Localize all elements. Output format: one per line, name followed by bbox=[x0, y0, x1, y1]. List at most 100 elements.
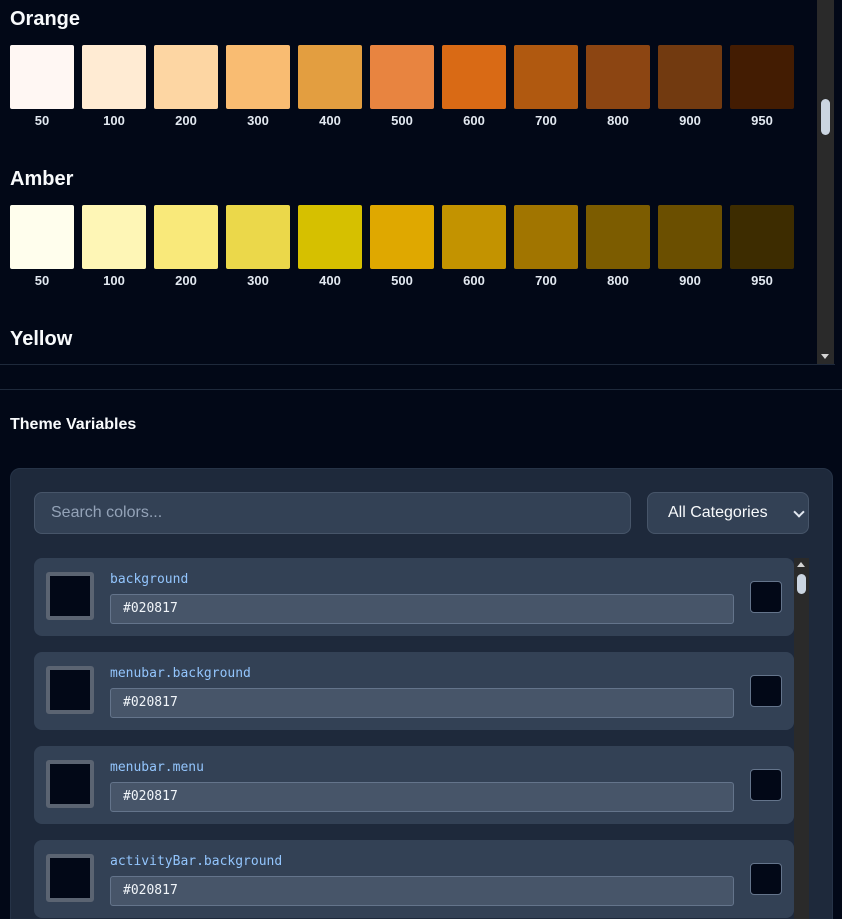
swatch-cell[interactable]: 900 bbox=[658, 45, 722, 129]
color-swatch[interactable] bbox=[10, 205, 74, 269]
swatch-shade-label: 500 bbox=[391, 113, 413, 128]
color-swatch[interactable] bbox=[298, 205, 362, 269]
swatch-cell[interactable]: 400 bbox=[298, 205, 362, 289]
palette-group-amber: Amber 50 100 200 300 400 500 600 700 800 900 950 bbox=[10, 165, 810, 288]
color-swatch[interactable] bbox=[10, 45, 74, 109]
swatch-shade-label: 300 bbox=[247, 113, 269, 128]
color-swatch[interactable] bbox=[730, 205, 794, 269]
color-swatch[interactable] bbox=[658, 205, 722, 269]
swatch-cell[interactable]: 200 bbox=[154, 205, 218, 289]
swatch-cell[interactable]: 200 bbox=[154, 45, 218, 129]
color-swatch[interactable] bbox=[370, 205, 434, 269]
theme-variables-heading: Theme Variables bbox=[10, 416, 137, 433]
swatch-shade-label: 950 bbox=[751, 113, 773, 128]
swatch-cell[interactable]: 800 bbox=[586, 45, 650, 129]
swatch-cell[interactable]: 900 bbox=[658, 205, 722, 289]
palette-group-orange: Orange 50 100 200 300 400 500 600 700 800 900 950 bbox=[10, 5, 810, 128]
swatch-shade-label: 950 bbox=[751, 273, 773, 288]
color-swatch[interactable] bbox=[658, 45, 722, 109]
color-picker-button[interactable] bbox=[750, 581, 782, 613]
color-swatch[interactable] bbox=[514, 45, 578, 109]
swatch-row: 50 100 200 300 400 500 600 700 800 900 950 bbox=[10, 45, 794, 129]
hex-value-input[interactable]: #020817 bbox=[110, 688, 734, 718]
variable-name: menubar.menu bbox=[110, 760, 204, 775]
swatch-cell[interactable]: 50 bbox=[10, 205, 74, 289]
color-preview-swatch bbox=[46, 572, 94, 620]
swatch-shade-label: 600 bbox=[463, 113, 485, 128]
color-picker-button[interactable] bbox=[750, 675, 782, 707]
section-divider bbox=[0, 389, 842, 390]
swatch-cell[interactable]: 800 bbox=[586, 205, 650, 289]
swatch-cell[interactable]: 50 bbox=[10, 45, 74, 129]
variable-name: menubar.background bbox=[110, 666, 251, 681]
swatch-shade-label: 200 bbox=[175, 113, 197, 128]
chevron-down-icon bbox=[793, 506, 805, 518]
hex-value-input[interactable]: #020817 bbox=[110, 876, 734, 906]
swatch-shade-label: 800 bbox=[607, 273, 629, 288]
palette-scrollbar[interactable] bbox=[817, 0, 834, 364]
scrollbar-thumb[interactable] bbox=[797, 574, 806, 594]
theme-variable-row: background #020817 bbox=[34, 558, 794, 636]
palette-group-title: Amber bbox=[10, 168, 74, 190]
color-swatch[interactable] bbox=[442, 45, 506, 109]
swatch-cell[interactable]: 100 bbox=[82, 45, 146, 129]
swatch-cell[interactable]: 600 bbox=[442, 45, 506, 129]
swatch-cell[interactable]: 400 bbox=[298, 45, 362, 129]
variable-name: background bbox=[110, 572, 189, 587]
swatch-cell[interactable]: 100 bbox=[82, 205, 146, 289]
swatch-shade-label: 400 bbox=[319, 273, 341, 288]
theme-variable-row: menubar.background #020817 bbox=[34, 652, 794, 730]
color-swatch[interactable] bbox=[154, 205, 218, 269]
swatch-cell[interactable]: 500 bbox=[370, 205, 434, 289]
swatch-shade-label: 300 bbox=[247, 273, 269, 288]
swatch-cell[interactable]: 500 bbox=[370, 45, 434, 129]
color-swatch[interactable] bbox=[82, 45, 146, 109]
swatch-cell[interactable]: 700 bbox=[514, 45, 578, 129]
palette-group-yellow: Yellow bbox=[10, 325, 810, 353]
hex-value-input[interactable]: #020817 bbox=[110, 782, 734, 812]
category-select-value: All Categories bbox=[668, 504, 768, 521]
swatch-cell[interactable]: 700 bbox=[514, 205, 578, 289]
palette-group-title: Orange bbox=[10, 8, 81, 30]
swatch-shade-label: 900 bbox=[679, 273, 701, 288]
swatch-cell[interactable]: 950 bbox=[730, 205, 794, 289]
color-swatch[interactable] bbox=[226, 45, 290, 109]
theme-variable-list[interactable]: background #020817 menubar.background #0… bbox=[34, 558, 810, 919]
swatch-shade-label: 900 bbox=[679, 113, 701, 128]
scroll-down-arrow-icon[interactable] bbox=[821, 354, 829, 359]
color-swatch[interactable] bbox=[514, 205, 578, 269]
color-preview-swatch bbox=[46, 666, 94, 714]
scroll-up-arrow-icon[interactable] bbox=[797, 562, 805, 567]
color-swatch[interactable] bbox=[586, 45, 650, 109]
variable-list-scrollbar[interactable] bbox=[794, 558, 809, 919]
color-swatch[interactable] bbox=[298, 45, 362, 109]
color-swatch[interactable] bbox=[730, 45, 794, 109]
color-picker-button[interactable] bbox=[750, 769, 782, 801]
swatch-shade-label: 700 bbox=[535, 273, 557, 288]
swatch-cell[interactable]: 950 bbox=[730, 45, 794, 129]
swatch-shade-label: 800 bbox=[607, 113, 629, 128]
swatch-shade-label: 100 bbox=[103, 273, 125, 288]
swatch-row: 50 100 200 300 400 500 600 700 800 900 950 bbox=[10, 205, 794, 289]
swatch-cell[interactable]: 300 bbox=[226, 45, 290, 129]
color-preview-swatch bbox=[46, 760, 94, 808]
theme-variable-row: menubar.menu #020817 bbox=[34, 746, 794, 824]
swatch-shade-label: 100 bbox=[103, 113, 125, 128]
color-swatch[interactable] bbox=[226, 205, 290, 269]
swatch-cell[interactable]: 600 bbox=[442, 205, 506, 289]
variable-name: activityBar.background bbox=[110, 854, 283, 869]
color-swatch[interactable] bbox=[586, 205, 650, 269]
scrollbar-thumb[interactable] bbox=[821, 99, 830, 135]
color-picker-button[interactable] bbox=[750, 863, 782, 895]
swatch-cell[interactable]: 300 bbox=[226, 205, 290, 289]
color-swatch[interactable] bbox=[82, 205, 146, 269]
color-swatch[interactable] bbox=[370, 45, 434, 109]
theme-variable-row: activityBar.background #020817 bbox=[34, 840, 794, 918]
color-swatch[interactable] bbox=[154, 45, 218, 109]
hex-value-input[interactable]: #020817 bbox=[110, 594, 734, 624]
category-select[interactable]: All Categories bbox=[647, 492, 809, 534]
search-colors-input[interactable] bbox=[34, 492, 631, 534]
swatch-shade-label: 50 bbox=[34, 113, 50, 128]
color-swatch[interactable] bbox=[442, 205, 506, 269]
color-palette-scroll-area[interactable]: Orange 50 100 200 300 400 500 600 700 800 900 950 … bbox=[0, 0, 835, 365]
